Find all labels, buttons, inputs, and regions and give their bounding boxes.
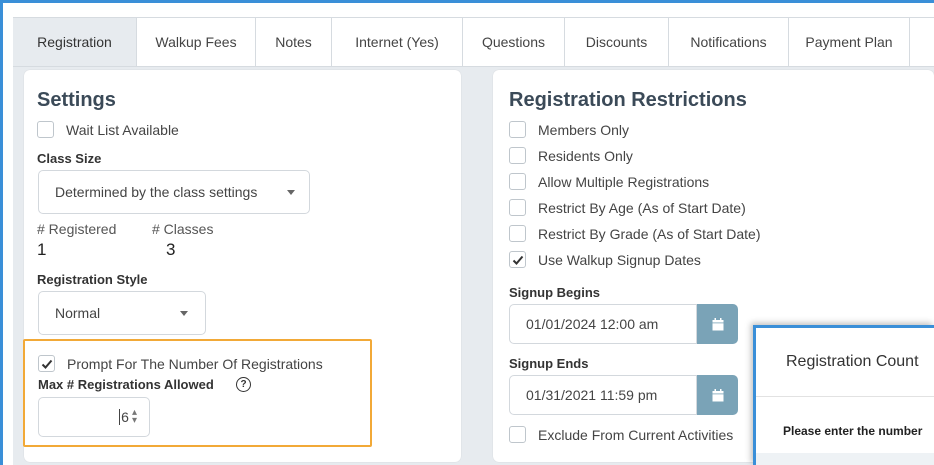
tab-discounts[interactable]: Discounts	[565, 18, 669, 66]
restrict-age-row[interactable]: Restrict By Age (As of Start Date)	[509, 199, 746, 216]
chevron-down-icon	[180, 311, 188, 316]
registered-label: # Registered	[37, 221, 117, 237]
restrict-grade-checkbox[interactable]	[509, 225, 526, 242]
registration-style-value: Normal	[55, 305, 101, 321]
dialog-text: Please enter the number	[783, 424, 923, 438]
registration-style-select[interactable]: Normal	[38, 291, 206, 335]
signup-ends-label: Signup Ends	[509, 356, 589, 371]
exclude-current-checkbox[interactable]	[509, 426, 526, 443]
prompt-number-checkbox[interactable]	[38, 355, 55, 372]
settings-title: Settings	[37, 89, 116, 111]
members-only-row[interactable]: Members Only	[509, 121, 629, 138]
signup-begins-label: Signup Begins	[509, 285, 600, 300]
tab-walkup-fees[interactable]: Walkup Fees	[137, 18, 256, 66]
walkup-dates-label: Use Walkup Signup Dates	[538, 251, 701, 268]
restrict-age-checkbox[interactable]	[509, 199, 526, 216]
max-registrations-value: 6	[119, 409, 129, 425]
allow-multiple-label: Allow Multiple Registrations	[538, 173, 710, 190]
members-only-checkbox[interactable]	[509, 121, 526, 138]
tab-notes[interactable]: Notes	[256, 18, 332, 66]
tab-notifications[interactable]: Notifications	[669, 18, 789, 66]
residents-only-checkbox[interactable]	[509, 147, 526, 164]
classes-label: # Classes	[152, 221, 214, 237]
exclude-current-label: Exclude From Current Activities	[538, 426, 734, 443]
class-size-value: Determined by the class settings	[55, 184, 258, 200]
stepper-arrows-icon[interactable]: ▴ ▾	[132, 408, 137, 426]
chevron-down-icon	[287, 190, 295, 195]
exclude-current-row[interactable]: Exclude From Current Activities	[509, 426, 733, 443]
max-registrations-input[interactable]: 6 ▴ ▾	[38, 397, 150, 437]
residents-only-label: Residents Only	[538, 147, 633, 164]
dialog-divider	[756, 396, 934, 397]
registered-value: 1	[37, 240, 47, 259]
residents-only-row[interactable]: Residents Only	[509, 147, 633, 164]
checkmark-icon	[512, 255, 523, 265]
tab-payment-plan[interactable]: Payment Plan	[789, 18, 910, 66]
walkup-dates-checkbox[interactable]	[509, 251, 526, 268]
signup-ends-calendar-button[interactable]	[697, 375, 738, 415]
dialog-footer	[756, 453, 934, 465]
dialog-title: Registration Count	[786, 353, 919, 370]
signup-ends-input[interactable]: 01/31/2021 11:59 pm	[509, 375, 697, 415]
tab-bar: Registration Walkup Fees Notes Internet …	[13, 17, 934, 67]
help-icon[interactable]: ?	[236, 377, 251, 392]
calendar-icon	[712, 317, 723, 330]
max-registrations-label: Max # Registrations Allowed	[38, 377, 214, 392]
checkmark-icon	[41, 359, 52, 369]
signup-begins-calendar-button[interactable]	[697, 304, 738, 344]
allow-multiple-row[interactable]: Allow Multiple Registrations	[509, 173, 709, 190]
restrictions-title: Registration Restrictions	[509, 89, 747, 111]
restrict-age-label: Restrict By Age (As of Start Date)	[538, 199, 746, 216]
restrict-grade-label: Restrict By Grade (As of Start Date)	[538, 225, 761, 242]
tab-internet[interactable]: Internet (Yes)	[332, 18, 463, 66]
prompt-number-row[interactable]: Prompt For The Number Of Registrations	[38, 355, 323, 372]
registration-count-dialog: Registration Count Please enter the numb…	[753, 325, 934, 465]
signup-begins-value: 01/01/2024 12:00 am	[526, 316, 659, 332]
signup-begins-input[interactable]: 01/01/2024 12:00 am	[509, 304, 697, 344]
allow-multiple-checkbox[interactable]	[509, 173, 526, 190]
tab-registration[interactable]: Registration	[13, 18, 137, 66]
class-size-label: Class Size	[37, 151, 102, 166]
restrict-grade-row[interactable]: Restrict By Grade (As of Start Date)	[509, 225, 761, 242]
registration-style-label: Registration Style	[37, 272, 148, 287]
members-only-label: Members Only	[538, 121, 630, 138]
signup-ends-value: 01/31/2021 11:59 pm	[526, 387, 658, 403]
classes-value: 3	[166, 240, 176, 259]
wait-list-checkbox[interactable]	[37, 121, 54, 138]
prompt-number-label: Prompt For The Number Of Registrations	[67, 355, 323, 372]
calendar-icon	[712, 388, 723, 401]
walkup-dates-row[interactable]: Use Walkup Signup Dates	[509, 251, 701, 268]
wait-list-label: Wait List Available	[66, 121, 179, 138]
tab-questions[interactable]: Questions	[463, 18, 565, 66]
class-size-select[interactable]: Determined by the class settings	[38, 170, 310, 214]
wait-list-row[interactable]: Wait List Available	[37, 121, 179, 138]
